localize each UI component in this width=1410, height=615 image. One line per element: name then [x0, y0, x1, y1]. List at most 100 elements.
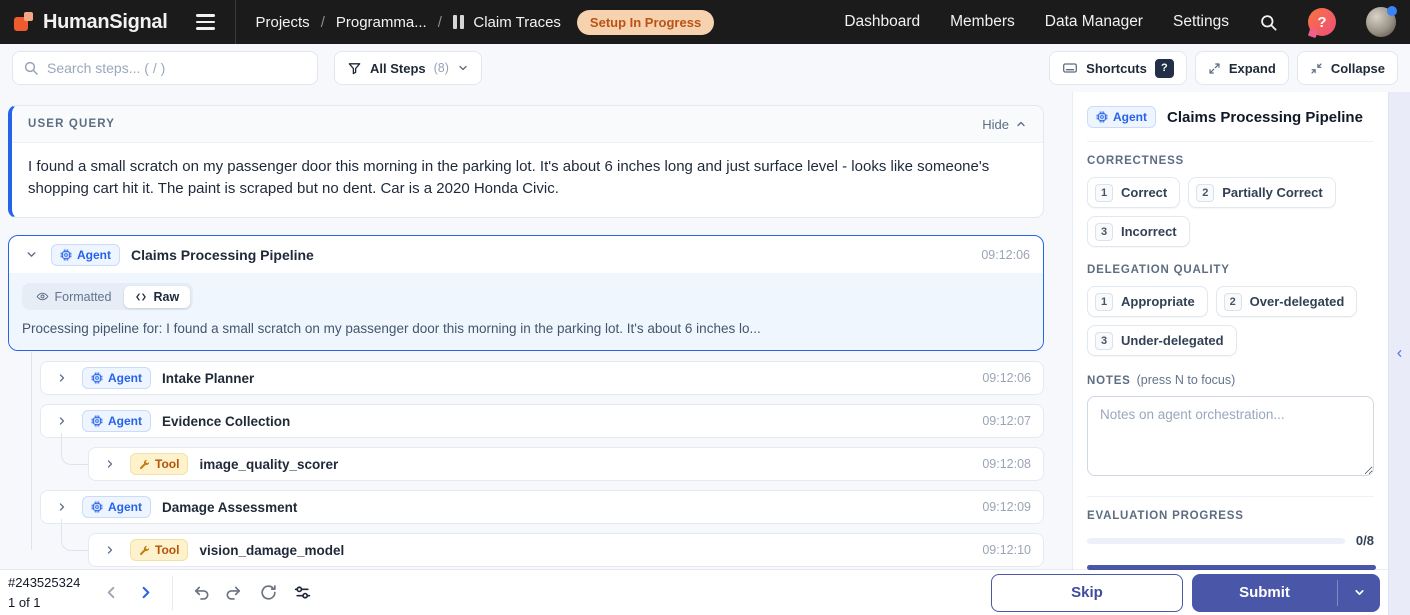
collapse-icon	[1310, 62, 1323, 75]
chevron-down-icon	[1353, 586, 1366, 599]
reset-button[interactable]	[251, 576, 285, 610]
panel-collapse-strip[interactable]	[1388, 92, 1410, 615]
option-incorrect[interactable]: 3 Incorrect	[1087, 216, 1190, 247]
trace-tree: Agent Intake Planner 09:12:06 Agent Evid…	[8, 361, 1044, 589]
submit-button[interactable]: Submit	[1192, 574, 1380, 612]
next-task-button[interactable]	[128, 576, 162, 610]
step-title: Damage Assessment	[162, 500, 297, 515]
topbar-right-nav: Dashboard Members Data Manager Settings …	[844, 7, 1396, 37]
tree-guide-line	[31, 352, 32, 550]
option-under-delegated[interactable]: 3 Under-delegated	[1087, 325, 1237, 356]
hotkey-badge: 3	[1095, 332, 1113, 350]
search-steps-input[interactable]	[47, 60, 307, 76]
notes-textarea[interactable]	[1087, 396, 1374, 476]
collapse-button[interactable]: Collapse	[1297, 51, 1398, 85]
chevron-right-icon[interactable]	[53, 501, 71, 513]
agent-badge: Agent	[82, 410, 151, 432]
hamburger-menu-icon[interactable]	[192, 10, 219, 33]
tree-row-damage-assessment[interactable]: Agent Damage Assessment 09:12:09	[40, 490, 1044, 524]
chevron-left-icon	[1395, 349, 1404, 358]
user-query-text: I found a small scratch on my passenger …	[12, 143, 1043, 217]
option-partially-correct[interactable]: 2 Partially Correct	[1188, 177, 1335, 208]
evaluation-progress-label: EVALUATION PROGRESS	[1087, 510, 1374, 522]
hide-query-toggle[interactable]: Hide	[982, 117, 1027, 132]
chevron-down-icon[interactable]	[22, 248, 40, 261]
prev-task-button[interactable]	[94, 576, 128, 610]
wrench-icon	[139, 545, 150, 556]
tree-row-evidence-collection[interactable]: Agent Evidence Collection 09:12:07	[40, 404, 1044, 438]
nav-members[interactable]: Members	[950, 13, 1015, 31]
humansignal-logo[interactable]: HumanSignal	[14, 11, 168, 34]
redo-button[interactable]	[217, 576, 251, 610]
nav-dashboard[interactable]: Dashboard	[844, 13, 920, 31]
hotkey-badge: 2	[1224, 293, 1242, 311]
option-correct[interactable]: 1 Correct	[1087, 177, 1180, 208]
trace-panel: USER QUERY Hide I found a small scratch …	[0, 92, 1072, 615]
filter-all-steps-button[interactable]: All Steps (8)	[334, 51, 482, 85]
chevron-right-icon[interactable]	[53, 372, 71, 384]
chevron-up-icon	[1015, 118, 1027, 130]
selected-step-header[interactable]: Agent Claims Processing Pipeline 09:12:0…	[9, 236, 1043, 273]
breadcrumb-project-name[interactable]: Programma...	[336, 14, 427, 31]
skip-button[interactable]: Skip	[991, 574, 1183, 612]
nav-data-manager[interactable]: Data Manager	[1045, 13, 1143, 31]
search-icon[interactable]	[1259, 13, 1278, 32]
option-over-delegated[interactable]: 2 Over-delegated	[1216, 286, 1358, 317]
tree-row-intake-planner[interactable]: Agent Intake Planner 09:12:06	[40, 361, 1044, 395]
evaluation-sidebar: Agent Claims Processing Pipeline CORRECT…	[1072, 92, 1388, 615]
tree-row-vision-damage-model[interactable]: Tool vision_damage_model 09:12:10	[88, 533, 1044, 567]
divider	[1087, 141, 1374, 142]
notification-dot	[1387, 6, 1397, 16]
step-content: Formatted Raw Processing pipeline for: I…	[9, 273, 1043, 350]
tool-badge: Tool	[130, 539, 188, 561]
user-avatar[interactable]	[1366, 7, 1396, 37]
chevron-right-icon[interactable]	[101, 544, 119, 556]
step-timestamp: 09:12:10	[982, 543, 1031, 557]
help-bubble-icon[interactable]: ?	[1308, 8, 1336, 36]
agent-badge: Agent	[1087, 106, 1156, 128]
toolbar-right: Shortcuts ? Expand Collapse	[1049, 51, 1398, 85]
hotkey-badge: 2	[1196, 184, 1214, 202]
view-settings-button[interactable]	[285, 576, 319, 610]
expand-button[interactable]: Expand	[1195, 51, 1289, 85]
step-timestamp: 09:12:06	[981, 248, 1030, 262]
sliders-icon	[293, 583, 312, 602]
breadcrumb-claim-traces[interactable]: Claim Traces	[473, 14, 561, 31]
shortcuts-button[interactable]: Shortcuts ?	[1049, 51, 1187, 85]
hotkey-badge: 1	[1095, 184, 1113, 202]
tab-raw[interactable]: Raw	[124, 286, 190, 308]
step-timestamp: 09:12:07	[982, 414, 1031, 428]
tool-badge: Tool	[130, 453, 188, 475]
step-title: image_quality_scorer	[199, 457, 338, 472]
chip-icon	[91, 372, 103, 384]
chevron-right-icon	[138, 585, 153, 600]
chevron-down-icon	[457, 62, 469, 74]
chip-icon	[1096, 111, 1108, 123]
step-title: vision_damage_model	[199, 543, 344, 558]
progress-row: 0/8	[1087, 533, 1374, 548]
option-appropriate[interactable]: 1 Appropriate	[1087, 286, 1208, 317]
chip-icon	[60, 249, 72, 261]
step-title: Evidence Collection	[162, 414, 290, 429]
chevron-right-icon[interactable]	[101, 458, 119, 470]
agent-badge: Agent	[82, 496, 151, 518]
breadcrumb-projects[interactable]: Projects	[256, 14, 310, 31]
chevron-right-icon[interactable]	[53, 415, 71, 427]
submit-label[interactable]: Submit	[1192, 574, 1337, 612]
reset-icon	[259, 583, 278, 602]
step-timestamp: 09:12:08	[982, 457, 1031, 471]
footer-actions: Skip Submit	[991, 574, 1380, 612]
logo-icon	[14, 12, 34, 32]
chip-icon	[91, 501, 103, 513]
submit-dropdown-toggle[interactable]	[1338, 574, 1380, 612]
undo-button[interactable]	[183, 576, 217, 610]
steps-toolbar: All Steps (8) Shortcuts ? Expand Collaps…	[0, 44, 1410, 92]
tree-row-image-quality-scorer[interactable]: Tool image_quality_scorer 09:12:08	[88, 447, 1044, 481]
selected-step-card: Agent Claims Processing Pipeline 09:12:0…	[8, 235, 1044, 351]
correctness-options: 1 Correct 2 Partially Correct 3 Incorrec…	[1087, 177, 1374, 247]
search-icon	[23, 60, 39, 76]
tab-formatted[interactable]: Formatted	[25, 286, 123, 308]
nav-settings[interactable]: Settings	[1173, 13, 1229, 31]
step-timestamp: 09:12:06	[982, 371, 1031, 385]
topbar-divider	[235, 0, 236, 44]
